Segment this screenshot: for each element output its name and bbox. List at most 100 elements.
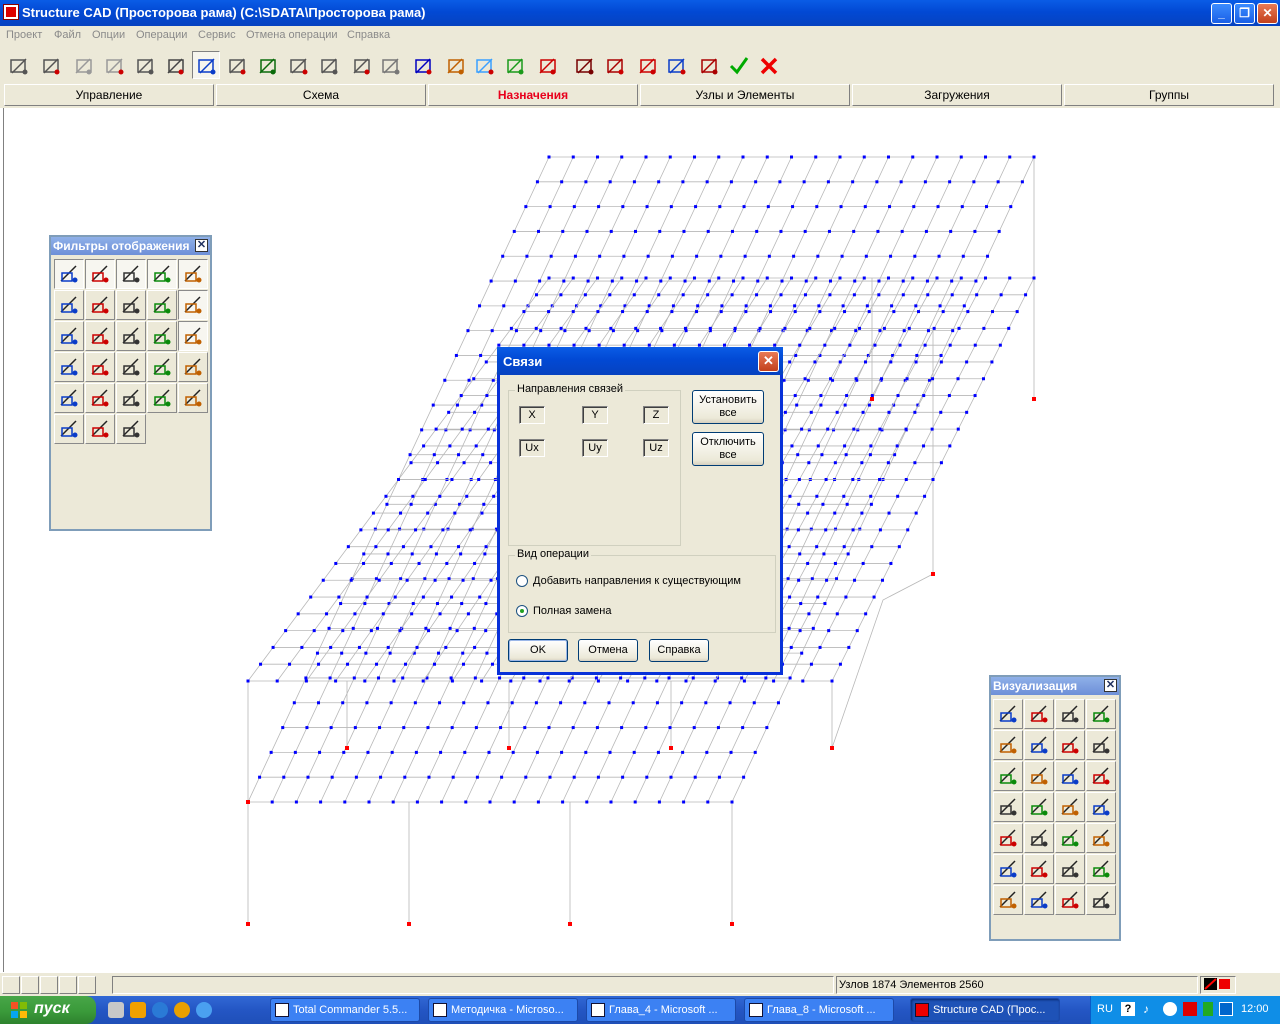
visual-button-14[interactable]: [1024, 792, 1054, 822]
menu-service[interactable]: Сервис: [198, 29, 236, 41]
filter-button-15[interactable]: [178, 321, 208, 351]
visual-button-18[interactable]: [1024, 823, 1054, 853]
filter-button-18[interactable]: [116, 352, 146, 382]
visual-button-24[interactable]: [1086, 854, 1116, 884]
visual-button-4[interactable]: [1086, 699, 1116, 729]
filter-button-10[interactable]: [178, 290, 208, 320]
visual-button-17[interactable]: [993, 823, 1023, 853]
toolbar-button-10[interactable]: [284, 51, 312, 79]
toolbar-button-5[interactable]: [130, 51, 158, 79]
visual-button-20[interactable]: [1086, 823, 1116, 853]
menu-help[interactable]: Справка: [347, 29, 390, 41]
visual-button-2[interactable]: [1024, 699, 1054, 729]
visual-button-21[interactable]: [993, 854, 1023, 884]
add-directions-radio[interactable]: [516, 575, 528, 587]
direction-uy-checkbox[interactable]: Uy: [582, 439, 608, 457]
clear-all-button[interactable]: Отключить все: [692, 432, 764, 466]
task-word-glava8[interactable]: Глава_8 - Microsoft ...: [744, 998, 894, 1022]
quicklaunch-ie-icon[interactable]: [152, 1002, 168, 1018]
filter-button-24[interactable]: [147, 383, 177, 413]
antivirus-icon[interactable]: [1183, 1002, 1197, 1016]
toolbar-button-16[interactable]: [470, 51, 498, 79]
dialog-close-button[interactable]: ✕: [758, 351, 779, 372]
close-icon[interactable]: ✕: [1104, 679, 1117, 692]
toolbar-button-19[interactable]: [570, 51, 598, 79]
tab-control[interactable]: Управление: [4, 84, 214, 106]
view-button-4[interactable]: [59, 976, 77, 994]
filter-button-11[interactable]: [54, 321, 84, 351]
close-icon[interactable]: ✕: [195, 239, 208, 252]
direction-uz-checkbox[interactable]: Uz: [643, 439, 669, 457]
toolbar-button-9[interactable]: [252, 51, 280, 79]
menu-project[interactable]: Проект: [6, 29, 42, 41]
filter-button-5[interactable]: [178, 259, 208, 289]
minimize-button[interactable]: _: [1211, 3, 1232, 24]
toolbar-button-6[interactable]: [160, 51, 188, 79]
menu-operations[interactable]: Операции: [136, 29, 187, 41]
menu-undo-operation[interactable]: Отмена операции: [246, 29, 338, 41]
toolbar-button-21[interactable]: [632, 51, 660, 79]
filter-button-25[interactable]: [178, 383, 208, 413]
visual-button-26[interactable]: [1024, 885, 1054, 915]
visual-button-3[interactable]: [1055, 699, 1085, 729]
filter-button-23[interactable]: [116, 383, 146, 413]
tab-scheme[interactable]: Схема: [216, 84, 426, 106]
tab-assignments[interactable]: Назначения: [428, 84, 638, 106]
visual-button-6[interactable]: [1024, 730, 1054, 760]
toolbar-button-7[interactable]: [192, 51, 220, 79]
tab-loads[interactable]: Загружения: [852, 84, 1062, 106]
visual-button-12[interactable]: [1086, 761, 1116, 791]
filter-button-17[interactable]: [85, 352, 115, 382]
toolbar-button-1[interactable]: [4, 51, 32, 79]
filter-button-3[interactable]: [116, 259, 146, 289]
monitor-icon[interactable]: [1219, 1002, 1233, 1016]
visual-button-16[interactable]: [1086, 792, 1116, 822]
toolbar-button-8[interactable]: [222, 51, 250, 79]
toolbar-button-4[interactable]: [100, 51, 128, 79]
toolbar-button-13[interactable]: [376, 51, 404, 79]
toolbar-button-11[interactable]: [314, 51, 342, 79]
cancel-button[interactable]: Отмена: [578, 639, 638, 662]
visual-button-28[interactable]: [1086, 885, 1116, 915]
filter-button-20[interactable]: [178, 352, 208, 382]
filter-button-19[interactable]: [147, 352, 177, 382]
toolbar-button-12[interactable]: [346, 51, 374, 79]
visual-button-22[interactable]: [1024, 854, 1054, 884]
filter-button-6[interactable]: [54, 290, 84, 320]
filter-button-28[interactable]: [116, 414, 146, 444]
filter-button-26[interactable]: [54, 414, 84, 444]
filter-button-4[interactable]: [147, 259, 177, 289]
filter-button-9[interactable]: [147, 290, 177, 320]
filter-button-16[interactable]: [54, 352, 84, 382]
quicklaunch-media-icon[interactable]: [130, 1002, 146, 1018]
toolbar-button-17[interactable]: [500, 51, 528, 79]
task-total-commander[interactable]: Total Commander 5.5...: [270, 998, 420, 1022]
toolbar-button-24[interactable]: [724, 51, 752, 79]
toolbar-button-2[interactable]: [36, 51, 64, 79]
view-button-5[interactable]: [78, 976, 96, 994]
set-all-button[interactable]: Установить все: [692, 390, 764, 424]
visual-button-10[interactable]: [1024, 761, 1054, 791]
view-button-1[interactable]: [2, 976, 20, 994]
filter-button-7[interactable]: [85, 290, 115, 320]
toolbar-button-18[interactable]: [532, 51, 560, 79]
visual-button-15[interactable]: [1055, 792, 1085, 822]
filter-button-1[interactable]: [54, 259, 84, 289]
close-window-button[interactable]: ✕: [1257, 3, 1278, 24]
visual-button-9[interactable]: [993, 761, 1023, 791]
start-button[interactable]: пуск: [0, 996, 96, 1024]
network-icon[interactable]: [1163, 1002, 1177, 1016]
toolbar-button-3[interactable]: [68, 51, 96, 79]
quicklaunch-desktop-icon[interactable]: [108, 1002, 124, 1018]
filter-button-13[interactable]: [116, 321, 146, 351]
filter-button-21[interactable]: [54, 383, 84, 413]
toolbar-button-14[interactable]: [408, 51, 436, 79]
toolbar-button-20[interactable]: [600, 51, 628, 79]
toolbar-button-25[interactable]: [754, 51, 782, 79]
help-tray-icon[interactable]: ?: [1121, 1002, 1135, 1016]
visual-button-7[interactable]: [1055, 730, 1085, 760]
view-button-2[interactable]: [21, 976, 39, 994]
tab-nodes-elements[interactable]: Узлы и Элементы: [640, 84, 850, 106]
toolbar-button-22[interactable]: [662, 51, 690, 79]
visual-button-13[interactable]: [993, 792, 1023, 822]
